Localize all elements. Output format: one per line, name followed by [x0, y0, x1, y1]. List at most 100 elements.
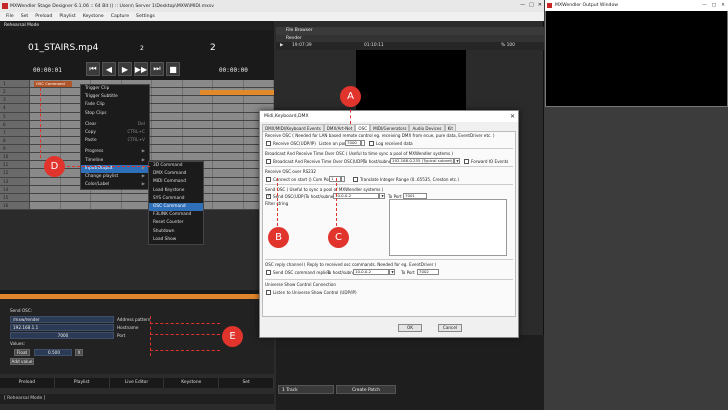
grid-cell[interactable] [152, 136, 183, 144]
grid-cell[interactable] [91, 201, 122, 209]
grid-cell[interactable] [30, 120, 61, 128]
menu-set[interactable]: Set [21, 14, 29, 19]
grid-cell[interactable] [213, 80, 244, 88]
grid-cell[interactable] [213, 201, 244, 209]
broadcast-host-select[interactable]: 192.168.0.255 (Typical subnet) [390, 158, 454, 164]
menu-item[interactable]: Paste CTRL+V [81, 137, 149, 145]
receive-osc-checkbox[interactable] [266, 141, 271, 146]
menu-item[interactable]: Timeline ▶ [81, 157, 149, 165]
grid-cell[interactable] [182, 136, 213, 144]
menu-settings[interactable]: Settings [136, 14, 155, 19]
submenu-item[interactable]: OSC Command [149, 202, 203, 212]
ok-button[interactable]: OK [398, 324, 422, 332]
grid-cell[interactable] [213, 112, 244, 120]
reply-port-field[interactable]: 7002 [417, 269, 439, 275]
menu-item[interactable]: Change playlist ▶ [81, 173, 149, 181]
skip-forward-button[interactable]: ⏭ [150, 62, 164, 76]
submenu-item[interactable]: 3D Command [149, 162, 203, 170]
grid-cell[interactable] [60, 193, 91, 201]
tab-keystone[interactable]: Keystone [164, 378, 220, 388]
listen-port-spinner[interactable] [361, 140, 365, 146]
grid-cell[interactable] [182, 145, 213, 153]
grid-cell[interactable] [30, 112, 61, 120]
grid-cell[interactable] [30, 136, 61, 144]
create-patch-button[interactable]: Create Patch [336, 385, 396, 394]
grid-cell[interactable] [30, 185, 61, 193]
grid-cell[interactable] [30, 193, 61, 201]
grid-cell[interactable] [213, 161, 244, 169]
grid-cell[interactable] [152, 120, 183, 128]
menu-item[interactable]: Trigger Subtitle [81, 93, 149, 101]
grid-cell[interactable] [213, 104, 244, 112]
com-port-field[interactable]: 1 [329, 176, 341, 182]
tab-dmx-midi-keyboard[interactable]: DMX/MIDI/Keyboard Events [262, 124, 324, 131]
reply-host-field[interactable]: 10.0.0.2 [353, 269, 389, 275]
grid-cell[interactable] [213, 120, 244, 128]
grid-cell[interactable] [243, 80, 274, 88]
menu-playlist[interactable]: Playlist [59, 14, 75, 19]
grid-cell[interactable] [182, 96, 213, 104]
chevron-down-icon[interactable]: ▼ [454, 158, 460, 164]
grid-cell[interactable] [60, 201, 91, 209]
grid-cell[interactable] [182, 80, 213, 88]
menu-item[interactable]: Progress ▶ [81, 148, 149, 156]
close-icon[interactable]: ✕ [510, 111, 515, 122]
grid-cell[interactable] [152, 145, 183, 153]
submenu-item[interactable]: SYS Command [149, 195, 203, 203]
grid-cell[interactable] [213, 153, 244, 161]
tab-midi-generators[interactable]: MIDI/Generators [370, 124, 410, 131]
menu-item[interactable]: Color/Label ▶ [81, 181, 149, 189]
grid-cell[interactable] [30, 96, 61, 104]
grid-cell[interactable] [213, 193, 244, 201]
grid-cell[interactable] [152, 153, 183, 161]
translate-range-checkbox[interactable] [353, 177, 358, 182]
tab-preload[interactable]: Preload [0, 378, 55, 388]
menu-item[interactable]: Copy CTRL+C [81, 129, 149, 137]
port-field[interactable]: 7000 [10, 332, 114, 339]
forward-io-checkbox[interactable] [464, 159, 469, 164]
stop-button[interactable]: ■ [166, 62, 180, 76]
grid-cell[interactable] [213, 169, 244, 177]
grid-cell[interactable] [152, 88, 183, 96]
grid-cell[interactable] [213, 177, 244, 185]
tab-audio-devices[interactable]: Audio Devices [409, 124, 445, 131]
close-icon[interactable]: ✕ [721, 0, 725, 11]
chevron-down-icon[interactable]: ▼ [379, 193, 385, 199]
fast-forward-button[interactable]: ▶▶ [134, 62, 148, 76]
osc-command-clip[interactable]: OSC Command [34, 81, 72, 87]
grid-row[interactable]: 15 [0, 193, 274, 202]
broadcast-checkbox[interactable] [266, 159, 271, 164]
grid-cell[interactable] [213, 96, 244, 104]
grid-cell[interactable] [152, 104, 183, 112]
grid-cell[interactable] [30, 88, 61, 96]
grid-cell[interactable] [182, 112, 213, 120]
filter-string-textarea[interactable] [389, 199, 507, 256]
skip-back-button[interactable]: ⏮ [86, 62, 100, 76]
grid-cell[interactable] [30, 145, 61, 153]
grid-cell[interactable] [243, 96, 274, 104]
send-osc-checkbox[interactable] [266, 193, 271, 199]
menu-keystone[interactable]: Keystone [83, 14, 104, 19]
usc-checkbox[interactable] [266, 290, 271, 295]
submenu-item[interactable]: Load Keystone [149, 187, 203, 195]
play-button[interactable]: ▶ [118, 62, 132, 76]
grid-cell[interactable] [30, 201, 61, 209]
submenu-item[interactable]: MIDI Command [149, 178, 203, 186]
cancel-button[interactable]: Cancel [438, 324, 462, 332]
close-icon[interactable]: ✕ [538, 2, 542, 8]
log-data-checkbox[interactable] [369, 141, 374, 146]
grid-cell[interactable] [30, 177, 61, 185]
grid-cell[interactable] [213, 128, 244, 136]
grid-cell[interactable] [152, 80, 183, 88]
render-header[interactable]: Render [276, 35, 544, 42]
prev-button[interactable]: ◀ [102, 62, 116, 76]
grid-cell[interactable] [152, 128, 183, 136]
menu-item[interactable]: Fade Clip [81, 101, 149, 109]
chevron-down-icon[interactable]: ▼ [389, 269, 395, 275]
tab-kit[interactable]: Kit [444, 124, 456, 131]
menu-item[interactable]: Clear Del [81, 121, 149, 129]
send-host-field[interactable]: 10.0.0.2 [333, 193, 379, 199]
submenu-item[interactable]: Shutdown [149, 228, 203, 236]
maximize-icon[interactable]: □ [529, 2, 534, 8]
address-field[interactable]: /mxw/render [10, 316, 114, 323]
